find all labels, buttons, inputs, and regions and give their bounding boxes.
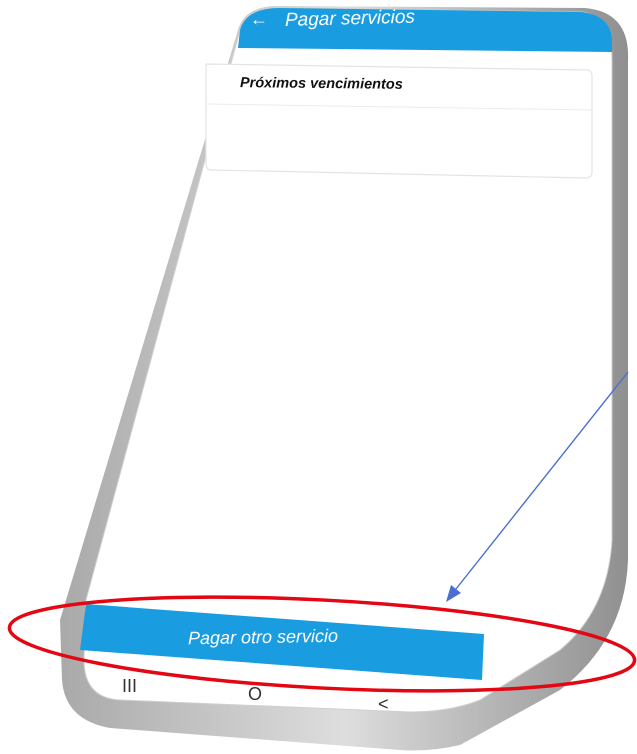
arrow-left-icon[interactable]: ← — [250, 9, 268, 30]
recents-nav-icon[interactable]: III — [122, 676, 137, 697]
page-title: Pagar servicios — [285, 6, 415, 32]
home-nav-icon[interactable]: O — [248, 684, 262, 705]
phone-mockup: ← Pagar servicios Próximos vencimientos … — [0, 0, 637, 754]
back-nav-icon[interactable]: < — [378, 694, 389, 715]
pay-other-service-button[interactable]: Pagar otro servicio — [188, 626, 338, 650]
upcoming-card-title: Próximos vencimientos — [240, 75, 403, 93]
